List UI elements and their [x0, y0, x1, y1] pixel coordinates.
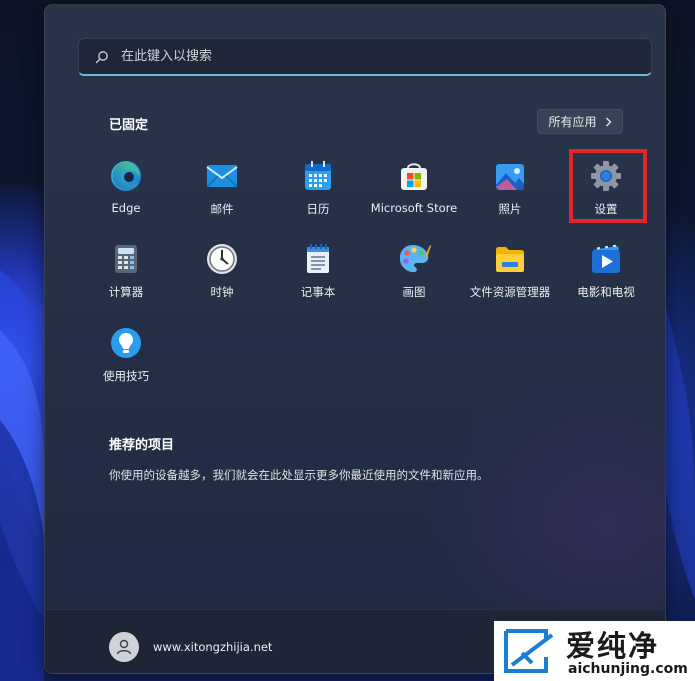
app-paint[interactable]: 画图	[366, 238, 462, 310]
recommended-title: 推荐的项目	[109, 438, 175, 453]
app-label: 计算器	[108, 285, 144, 299]
app-calculator[interactable]: 计算器	[78, 238, 174, 310]
search-box[interactable]	[78, 38, 652, 76]
start-menu: 已固定 所有应用 Edge 邮件	[44, 4, 666, 674]
app-file-explorer[interactable]: 文件资源管理器	[462, 238, 558, 310]
user-name[interactable]: www.xitongzhijia.net	[153, 640, 272, 654]
user-icon	[116, 639, 132, 655]
app-notepad[interactable]: 记事本	[270, 238, 366, 310]
app-label: 记事本	[300, 285, 336, 299]
recommended-description: 你使用的设备越多，我们就会在此处显示更多你最近使用的文件和新应用。	[109, 468, 489, 482]
app-label: 文件资源管理器	[469, 285, 551, 299]
pinned-title: 已固定	[109, 118, 149, 133]
app-label: 电影和电视	[577, 285, 635, 299]
all-apps-button[interactable]: 所有应用	[537, 109, 623, 134]
tips-icon	[111, 328, 141, 358]
app-label: Microsoft Store	[370, 201, 458, 215]
watermark-url: aichunjing.com	[568, 661, 688, 677]
calculator-icon	[115, 245, 137, 273]
app-microsoft-store[interactable]: Microsoft Store	[366, 155, 462, 227]
mail-icon	[206, 165, 238, 188]
app-mail[interactable]: 邮件	[174, 155, 270, 227]
app-photos[interactable]: 照片	[462, 155, 558, 227]
paint-icon	[399, 245, 431, 273]
app-clock[interactable]: 时钟	[174, 238, 270, 310]
folder-icon	[496, 247, 524, 272]
app-label: 邮件	[210, 202, 234, 216]
app-label: 画图	[402, 285, 426, 299]
app-label: 照片	[498, 202, 522, 216]
app-tips[interactable]: 使用技巧	[78, 322, 174, 394]
all-apps-label: 所有应用	[548, 115, 597, 129]
app-movies-tv[interactable]: 电影和电视	[558, 238, 654, 310]
clock-icon	[207, 244, 237, 274]
app-label: 时钟	[210, 285, 234, 299]
app-calendar[interactable]: 日历	[270, 155, 366, 227]
watermark-title: 爱纯净	[566, 629, 660, 663]
search-input[interactable]	[119, 48, 651, 65]
app-edge[interactable]: Edge	[78, 155, 174, 227]
user-avatar[interactable]	[109, 632, 139, 662]
photos-icon	[496, 164, 524, 190]
app-label: Edge	[111, 201, 141, 215]
movies-icon	[592, 244, 620, 273]
app-label: 使用技巧	[103, 369, 149, 383]
chevron-right-icon	[605, 117, 611, 126]
search-icon	[95, 50, 108, 63]
settings-highlight-box	[569, 149, 647, 223]
store-icon	[401, 163, 427, 190]
edge-icon	[111, 161, 141, 191]
app-label: 日历	[306, 202, 330, 216]
watermark: 爱纯净 aichunjing.com	[494, 621, 695, 681]
notepad-icon	[307, 244, 329, 273]
calendar-icon	[305, 161, 331, 190]
watermark-logo	[504, 629, 554, 673]
